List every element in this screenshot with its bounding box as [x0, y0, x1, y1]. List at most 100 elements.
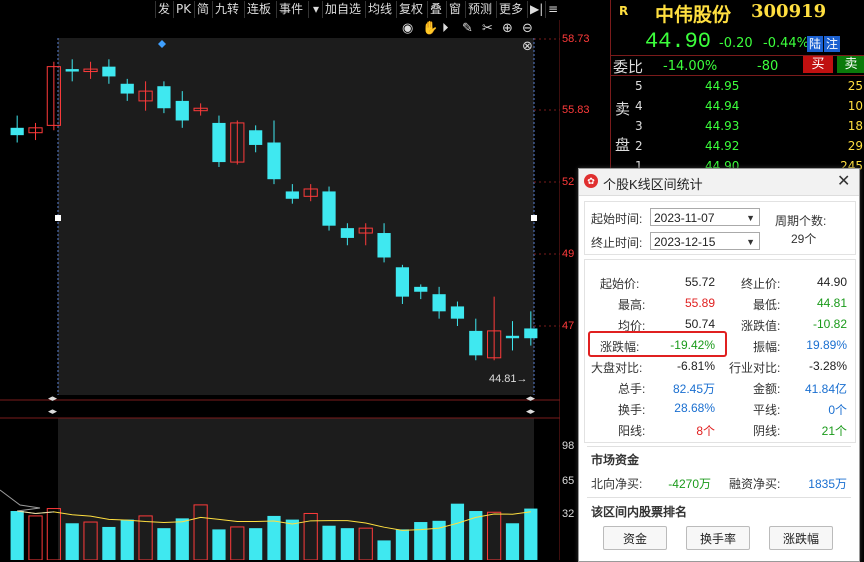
market-funds-title: 市场资金 — [591, 453, 640, 467]
toolbar-pk-button[interactable]: PK — [173, 1, 193, 18]
toolbar-events-button[interactable]: 事件 — [276, 1, 305, 18]
candle-body-down — [524, 328, 538, 339]
buy-button[interactable]: 买 — [803, 56, 833, 73]
toolbar-jiuzhuan-button[interactable]: 九转 — [212, 1, 241, 18]
volume-bar-down — [120, 519, 134, 560]
candle-body-down — [157, 86, 171, 109]
volume-bar-down — [395, 529, 410, 560]
candle-body-down — [285, 191, 299, 199]
end-time-label: 终止时间: — [591, 236, 643, 250]
interval-stats-dialog: ✿ 个股K线区间统计 ✕ 起始时间: 2023-11-07 ▼ 终止时间: 202… — [578, 168, 860, 562]
candle-body-down — [469, 330, 483, 356]
toolbar-ma-button[interactable]: 均线 — [365, 1, 394, 18]
start-time-label: 起始时间: — [591, 212, 643, 226]
candle-body-down — [340, 228, 354, 238]
candle-body-down — [414, 286, 428, 292]
close-icon[interactable]: ✕ — [837, 171, 850, 191]
eye-icon[interactable]: ◉ — [402, 21, 413, 36]
toolbar-add-watchlist-button[interactable]: 加自选 — [322, 1, 363, 18]
toolbar-arrow-right-icon[interactable]: ▶| — [527, 1, 545, 18]
weibi-label: 委比 — [613, 58, 644, 76]
toolbar-menu-icon[interactable]: ≡ — [545, 1, 560, 18]
end-time-select[interactable]: 2023-12-15 ▼ — [650, 232, 760, 250]
volume-bar-down — [249, 528, 263, 560]
candle-body-down — [175, 100, 189, 121]
volume-bar-down — [267, 515, 281, 560]
candle-body-down — [322, 191, 336, 226]
period-count-label: 周期个数: — [775, 214, 827, 228]
chart-tools: ◉ ✋ ⏵ ✎ ✂ ⊕ ⊖ ⊗ — [400, 20, 560, 54]
hand-icon[interactable]: ✋ — [422, 21, 438, 36]
start-time-select[interactable]: 2023-11-07 ▼ — [650, 208, 760, 226]
candle-body-down — [395, 267, 410, 297]
rank-turnover-button[interactable]: 换手率 — [686, 526, 750, 550]
dialog-title: 个股K线区间统计 — [603, 177, 703, 192]
toolbar-forecast-button[interactable]: 预测 — [465, 1, 494, 18]
volume-bar-down — [414, 522, 428, 560]
sell-button[interactable]: 卖 — [837, 56, 864, 73]
ask-price[interactable]: 44.94 — [705, 99, 739, 113]
avg-price-value: 50.74 — [684, 317, 715, 331]
ask-price[interactable]: 44.92 — [705, 139, 739, 153]
start-price-label: 起始价: — [600, 277, 640, 291]
rank-change-button[interactable]: 涨跌幅 — [769, 526, 833, 550]
ask-volume: 10 — [847, 99, 863, 113]
scissors-icon[interactable]: ✂ — [482, 21, 493, 36]
toolbar-fa-button[interactable]: 发 — [155, 1, 172, 18]
volume-tick: 32 — [562, 508, 575, 520]
turnover-label: 换手: — [618, 403, 646, 417]
zoom-in-icon[interactable]: ⊕ — [502, 21, 513, 36]
rank-funds-button[interactable]: 资金 — [603, 526, 667, 550]
ask-price[interactable]: 44.93 — [705, 119, 739, 133]
price-tick: 47 — [562, 320, 575, 332]
toolbar-more-button[interactable]: 更多 — [496, 1, 525, 18]
ask-price[interactable]: 44.95 — [705, 79, 739, 93]
app-logo-icon: ✿ — [584, 174, 598, 188]
stock-code: 300919 — [751, 1, 827, 22]
candle-body-down — [102, 66, 116, 77]
chevron-down-icon: ▼ — [746, 237, 755, 247]
zoom-out-icon[interactable]: ⊖ — [522, 21, 533, 36]
candle-body-down — [377, 233, 391, 258]
close-selection-icon[interactable]: ⊗ — [522, 39, 533, 54]
registration-tag: 注 — [824, 36, 840, 52]
toolbar-simple-button[interactable]: 简 — [194, 1, 211, 18]
drag-handle-icon: ◂▸ — [526, 407, 536, 417]
low-value: 44.81 — [816, 296, 847, 310]
volume-bar-down — [65, 523, 79, 560]
drag-handle-icon: ◂▸ — [48, 407, 58, 417]
volume-label: 总手: — [618, 382, 646, 396]
stock-name: 中伟股份 — [655, 4, 732, 26]
dialog-title-bar[interactable]: ✿ 个股K线区间统计 ✕ — [579, 169, 859, 196]
toolbar-dropdown-icon[interactable]: ▾ — [308, 1, 323, 18]
volume-bar-down — [285, 519, 299, 560]
weicha-value: -80 — [757, 59, 779, 74]
toolbar-adjust-button[interactable]: 复权 — [396, 1, 425, 18]
price-change: -0.20 — [719, 36, 753, 51]
toolbar-overlay-button[interactable]: 叠 — [427, 1, 444, 18]
start-time-value: 2023-11-07 — [654, 211, 715, 225]
candle-body-down — [120, 83, 134, 94]
volume-bar-up — [28, 515, 43, 560]
stock-badge: R — [619, 4, 629, 18]
volume-tick: 98 — [562, 440, 575, 452]
end-time-value: 2023-12-15 — [654, 235, 716, 249]
volume-bar-down — [450, 503, 465, 560]
kline-chart[interactable]: ◂▸ ◂▸ ◂▸ ◂▸ — [0, 20, 560, 560]
industry-compare-label: 行业对比: — [729, 361, 781, 375]
margin-value: 1835万 — [808, 477, 847, 491]
candle-body-down — [10, 127, 24, 136]
volume-bar-down — [212, 529, 226, 560]
end-price-label: 终止价: — [741, 277, 781, 291]
northbound-label: 北向净买: — [591, 477, 643, 491]
volume-bar-down — [340, 528, 354, 560]
play-icon[interactable]: ⏵ — [442, 21, 449, 36]
up-candles-label: 阳线: — [618, 424, 646, 438]
pen-icon[interactable]: ✎ — [462, 21, 473, 36]
chevron-down-icon: ▼ — [746, 213, 755, 223]
amount-value: 41.84亿 — [804, 382, 847, 396]
period-count-value: 29个 — [791, 232, 817, 246]
toolbar-window-button[interactable]: 窗 — [446, 1, 463, 18]
toolbar-lianban-button[interactable]: 连板 — [244, 1, 273, 18]
volume-bar-down — [175, 518, 189, 560]
